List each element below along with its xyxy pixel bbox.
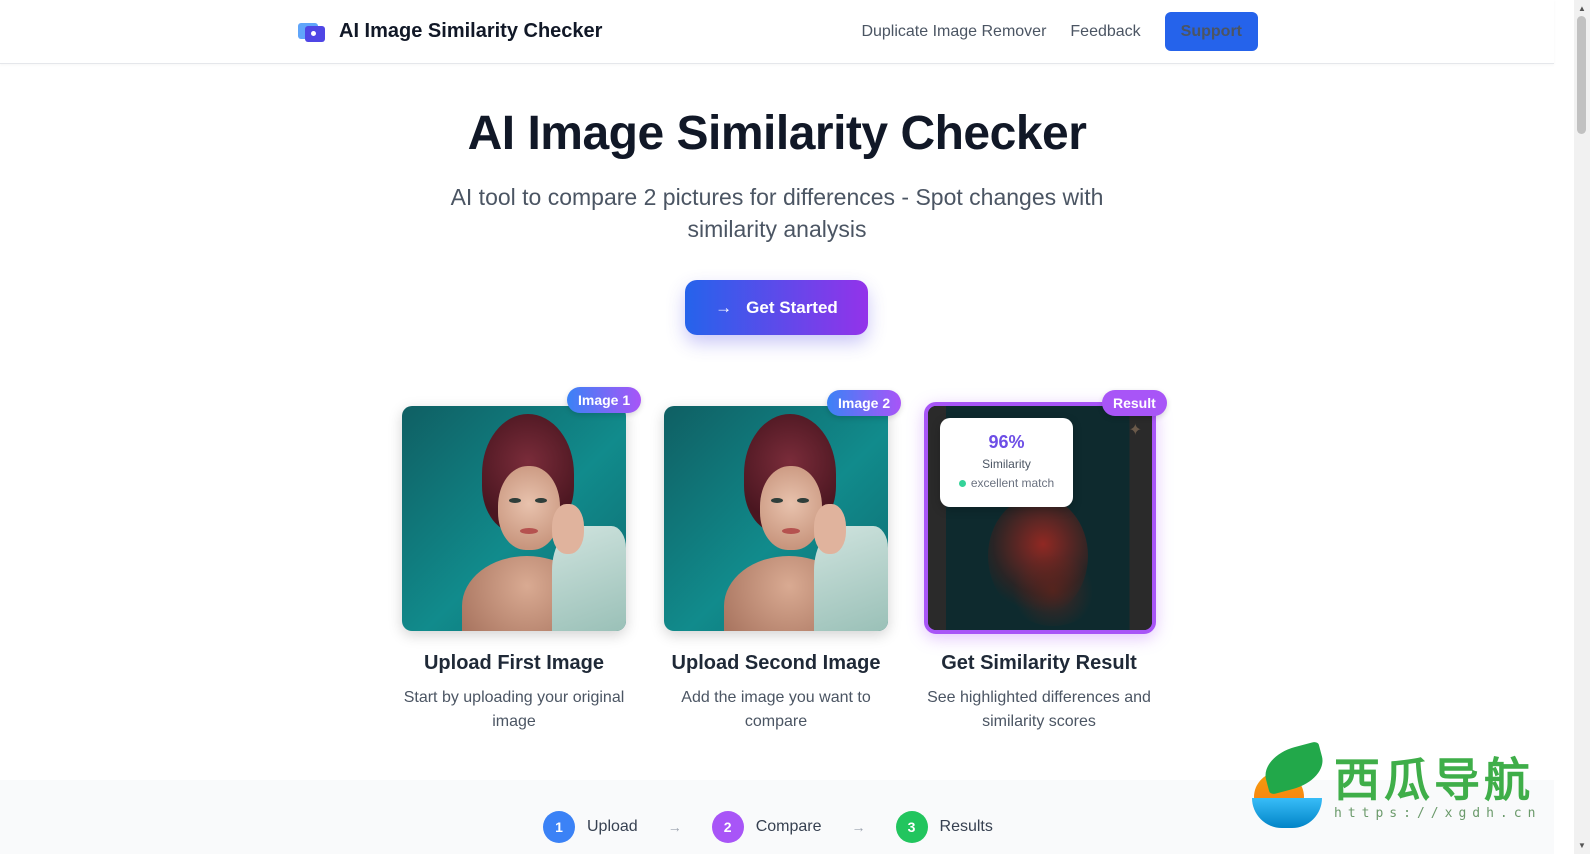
card-desc-upload-first: Start by uploading your original image xyxy=(403,689,625,730)
step-number: 3 xyxy=(895,811,928,843)
scrollbar-thumb[interactable] xyxy=(1577,16,1586,134)
site-watermark: 西瓜导航 https://xgdh.cn xyxy=(1250,740,1550,828)
top-navbar: AI Image Similarity Checker Duplicate Im… xyxy=(0,0,1554,64)
card-title-upload-second: Upload Second Image xyxy=(671,652,881,674)
brand[interactable]: AI Image Similarity Checker xyxy=(298,20,602,43)
match-status-text: excellent match xyxy=(970,476,1055,490)
image-1-badge: Image 1 xyxy=(567,387,642,413)
brand-title: AI Image Similarity Checker xyxy=(339,20,603,42)
status-dot-icon xyxy=(958,479,966,487)
card-title-upload-first: Upload First Image xyxy=(423,652,605,674)
card-desc-similarity-result: See highlighted differences and similari… xyxy=(927,689,1151,730)
watermark-text: 西瓜导航 xyxy=(1334,753,1534,807)
step-upload: 1 Upload xyxy=(543,811,638,843)
step-label: Results xyxy=(939,818,993,835)
watermark-url: https://xgdh.cn xyxy=(1334,806,1542,821)
step-number: 2 xyxy=(711,811,744,843)
portrait-photo xyxy=(402,406,626,631)
card-desc-upload-second: Add the image you want to compare xyxy=(681,689,871,730)
nav-feedback[interactable]: Feedback xyxy=(1070,23,1140,41)
support-button[interactable]: Support xyxy=(1164,12,1258,51)
page-subtitle: AI tool to compare 2 pictures for differ… xyxy=(450,184,1104,242)
steps-indicator: 1 Upload → 2 Compare → 3 Results xyxy=(543,811,993,843)
first-image-preview[interactable] xyxy=(402,406,626,631)
get-started-button[interactable]: → Get Started xyxy=(685,280,868,335)
similarity-score-card: 96% Similarity excellent match xyxy=(940,418,1073,507)
sparkle-icon: ✦ xyxy=(1128,422,1142,439)
arrow-right-icon: → xyxy=(715,297,733,317)
get-started-label: Get Started xyxy=(746,297,838,317)
step-results: 3 Results xyxy=(895,811,993,843)
page-scrollbar[interactable]: ▲ ▼ xyxy=(1574,0,1590,854)
nav-duplicate-image-remover[interactable]: Duplicate Image Remover xyxy=(861,23,1046,41)
arrow-right-icon: → xyxy=(851,819,866,835)
scroll-up-icon[interactable]: ▲ xyxy=(1578,4,1586,13)
step-label: Upload xyxy=(587,818,638,835)
main-nav: Duplicate Image Remover Feedback Support xyxy=(861,12,1258,51)
second-image-preview[interactable] xyxy=(664,406,888,631)
scroll-down-icon[interactable]: ▼ xyxy=(1578,841,1586,850)
arrow-right-icon: → xyxy=(667,819,682,835)
page-title: AI Image Similarity Checker xyxy=(467,107,1087,160)
card-title-similarity-result: Get Similarity Result xyxy=(941,652,1137,674)
app-logo-icon xyxy=(298,21,325,43)
match-status: excellent match xyxy=(940,476,1073,490)
image-2-badge: Image 2 xyxy=(827,390,902,416)
result-badge: Result xyxy=(1102,390,1167,416)
similarity-label: Similarity xyxy=(982,457,1031,471)
step-label: Compare xyxy=(755,818,822,835)
similarity-percent: 96% xyxy=(988,432,1025,452)
portrait-photo xyxy=(664,406,888,631)
watermark-logo-icon xyxy=(1250,740,1329,828)
step-compare: 2 Compare xyxy=(711,811,822,843)
step-number: 1 xyxy=(543,811,575,843)
